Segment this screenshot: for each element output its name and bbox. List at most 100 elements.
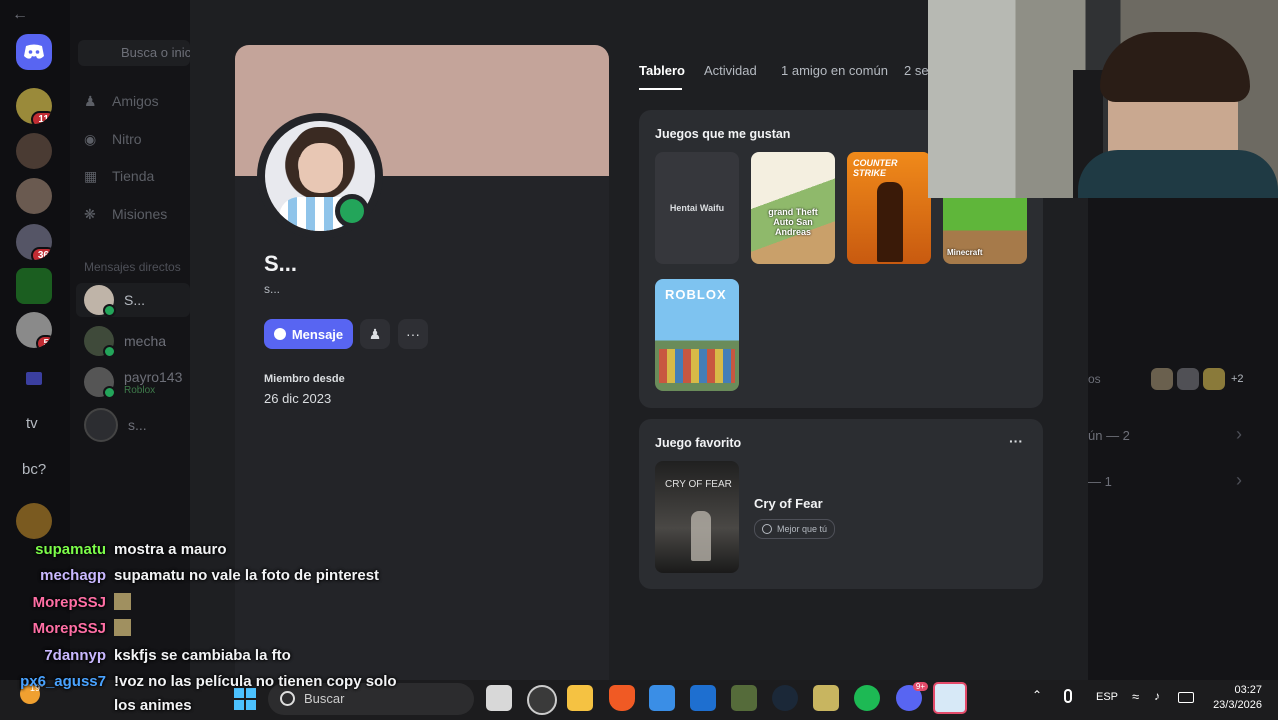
server-icon[interactable] [16, 178, 52, 214]
avatar [84, 367, 116, 399]
nav-label: Tienda [112, 168, 155, 184]
chat-text: supamatu no vale la foto de pinterest [114, 567, 380, 584]
game-title: COUNTER STRIKE [853, 158, 898, 178]
wifi-icon[interactable]: ≈ [1132, 689, 1139, 704]
emote-icon [114, 593, 131, 610]
task-view-icon[interactable] [486, 685, 512, 711]
steam-icon[interactable] [772, 685, 798, 711]
store-icon[interactable] [649, 685, 675, 711]
server-icon[interactable]: 36 [16, 224, 52, 260]
game-tag-label: Mejor que tú [777, 524, 828, 534]
language-indicator[interactable]: ESP [1096, 691, 1118, 703]
search-label: Buscar [304, 691, 345, 706]
dm-name: S... [124, 292, 146, 308]
online-status-icon [335, 194, 369, 228]
nav-label: Amigos [112, 93, 159, 109]
mutual-groups-label[interactable]: — 1 [1088, 474, 1112, 489]
avatar [84, 408, 118, 442]
favorite-game-name: Cry of Fear [754, 496, 823, 511]
chat-nick: px6_aguss7 [20, 673, 106, 690]
dm-item[interactable]: payro143 Roblox [84, 367, 183, 399]
tab-board[interactable]: Tablero [639, 63, 685, 78]
app-icon[interactable] [813, 685, 839, 711]
file-explorer-icon[interactable] [567, 685, 593, 711]
tab-mutual-servers[interactable]: 2 se [904, 63, 929, 78]
dm-item[interactable]: S... [84, 285, 146, 317]
dm-item[interactable]: mecha [84, 326, 166, 358]
back-arrow-icon[interactable]: ← [12, 6, 28, 24]
game-card[interactable]: Hentai Waifu [655, 152, 739, 264]
tab-activity[interactable]: Actividad [704, 63, 757, 78]
chat-bubble-icon [273, 328, 286, 340]
discord-home-icon[interactable] [16, 34, 52, 70]
server-icon[interactable] [16, 133, 52, 169]
server-icon[interactable]: 5 [16, 312, 52, 348]
battery-icon[interactable] [1178, 692, 1194, 703]
chat-text: kskfjs se cambiaba la fto [114, 647, 291, 664]
server-icon[interactable] [1151, 368, 1173, 390]
spotify-icon[interactable] [854, 685, 880, 711]
chat-text: !voz no las película no tienen copy solo [114, 673, 397, 690]
microphone-icon[interactable] [1064, 689, 1072, 703]
game-title: Minecraft [947, 248, 983, 257]
game-card[interactable]: COUNTER STRIKE [847, 152, 931, 264]
display-name: S... [264, 251, 298, 276]
chat-message: supamatu mostra a mauro [0, 541, 227, 558]
profile-card: S... s... Mensaje ♟ ··· Miembro desde 26… [235, 45, 609, 685]
ellipsis-icon[interactable]: ··· [1009, 433, 1023, 449]
user-check-icon: ♟ [368, 325, 382, 342]
server-label[interactable]: tv [26, 415, 38, 432]
brave-icon[interactable] [609, 685, 635, 711]
search-input[interactable]: Busca o inici [78, 40, 190, 66]
nav-nitro[interactable]: ◉ Nitro [84, 131, 142, 147]
volume-icon[interactable]: ♪ [1154, 689, 1160, 703]
panel-title: Juego favorito [655, 436, 742, 450]
clock-date[interactable]: 23/3/2026 [1200, 699, 1262, 711]
chat-nick: MorepSSJ [32, 620, 106, 637]
folder-icon[interactable] [26, 372, 42, 385]
server-icon[interactable] [1177, 368, 1199, 390]
clock-time[interactable]: 03:27 [1226, 684, 1262, 696]
outlook-icon[interactable] [690, 685, 716, 711]
nav-label: Nitro [112, 131, 142, 147]
favorite-game-panel: Juego favorito ··· CRY OF FEAR Cry of Fe… [639, 419, 1043, 589]
add-friend-button[interactable]: ♟ [360, 319, 390, 349]
server-icon[interactable] [16, 503, 52, 539]
obs-icon[interactable] [527, 685, 557, 715]
server-icon[interactable]: 11 [16, 88, 52, 124]
dm-item[interactable]: s... [84, 408, 147, 442]
chat-message: 7dannyp kskfjs se cambiaba la fto [0, 647, 291, 664]
server-icon[interactable] [1203, 368, 1225, 390]
photos-icon[interactable] [933, 682, 967, 714]
game-card[interactable]: ROBLOX [655, 279, 739, 391]
more-options-button[interactable]: ··· [398, 319, 428, 349]
chat-text: mostra a mauro [114, 541, 227, 558]
tab-mutual-friends[interactable]: 1 amigo en común [781, 63, 888, 78]
server-label[interactable]: bc? [22, 461, 46, 478]
message-button[interactable]: Mensaje [264, 319, 353, 349]
chat-message: mechagp supamatu no vale la foto de pinte… [0, 567, 379, 584]
chevron-right-icon[interactable]: › [1236, 424, 1242, 445]
dm-activity: Roblox [124, 384, 156, 396]
mutual-friends-label[interactable]: ún — 2 [1088, 428, 1130, 443]
notification-badge: 9+ [912, 682, 928, 691]
nav-shop[interactable]: ▦ Tienda [84, 168, 154, 184]
cover-title: CRY OF FEAR [665, 479, 732, 490]
unread-badge: 36 [30, 247, 52, 260]
game-title: Hentai Waifu [669, 203, 725, 213]
dm-name: payro143 [124, 368, 183, 385]
nav-friends[interactable]: ♟ Amigos [84, 93, 159, 109]
panel-title: Juegos que me gustan [655, 127, 791, 141]
nav-quests[interactable]: ❋ Misiones [84, 206, 167, 222]
app-icon[interactable] [731, 685, 757, 711]
game-card[interactable]: grand theft auto san andreas [751, 152, 835, 264]
discord-icon[interactable]: 9+ [896, 682, 928, 711]
chevron-right-icon[interactable]: › [1236, 470, 1242, 491]
ellipsis-icon: ··· [406, 326, 420, 342]
nitro-icon: ◉ [84, 131, 97, 147]
chevron-up-icon[interactable]: ⌃ [1032, 688, 1042, 702]
member-since-label: Miembro desde [264, 373, 345, 385]
favorite-game-cover[interactable]: CRY OF FEAR [655, 461, 739, 573]
server-icon[interactable] [16, 268, 52, 304]
windows-start-icon[interactable] [234, 688, 256, 710]
